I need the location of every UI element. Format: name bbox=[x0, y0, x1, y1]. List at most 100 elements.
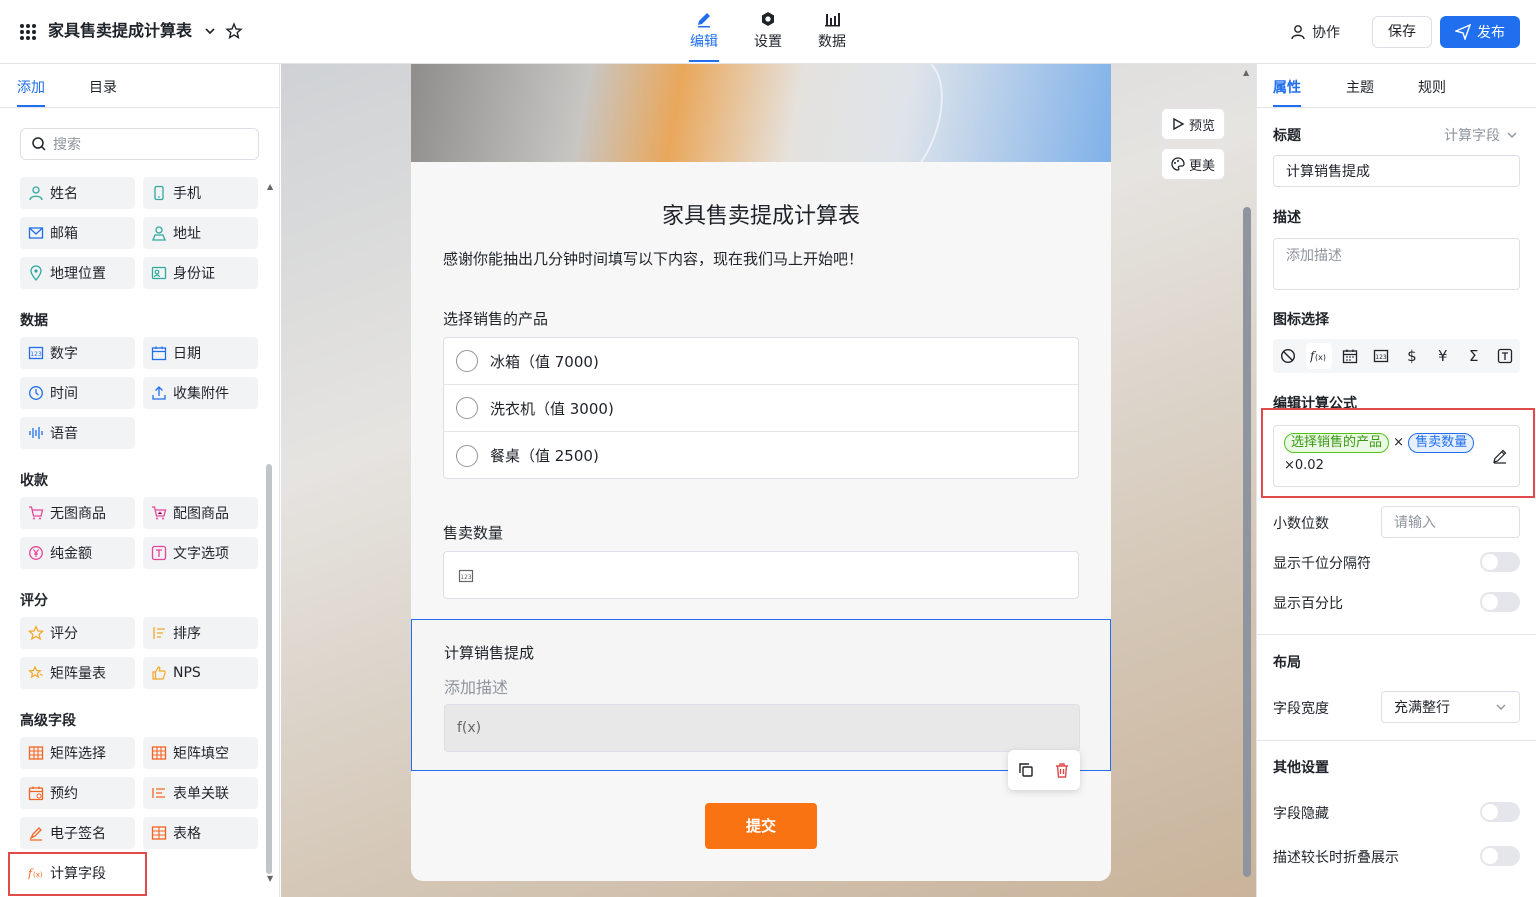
number-icon: 123 bbox=[28, 346, 44, 360]
canvas-scrollbar[interactable] bbox=[1243, 207, 1251, 877]
tab-catalog[interactable]: 目录 bbox=[89, 77, 117, 97]
hidden-toggle[interactable] bbox=[1480, 802, 1520, 822]
collapse-toggle[interactable] bbox=[1480, 846, 1520, 866]
publish-button[interactable]: 发布 bbox=[1440, 16, 1520, 48]
field-item-label: 数字 bbox=[50, 346, 78, 362]
radio-button[interactable] bbox=[456, 397, 478, 419]
tab-settings[interactable]: 设置 bbox=[746, 10, 790, 51]
preview-button[interactable]: 预览 bbox=[1161, 108, 1225, 140]
question-label[interactable]: 计算销售提成 bbox=[444, 642, 534, 663]
layout-label: 布局 bbox=[1273, 655, 1301, 671]
form-canvas: 家具售卖提成计算表 感谢你能抽出几分钟时间填写以下内容，现在我们马上开始吧！ 选… bbox=[281, 64, 1256, 897]
field-item-form-link[interactable]: 表单关联 bbox=[143, 777, 258, 809]
form-title[interactable]: 家具售卖提成计算表 bbox=[411, 198, 1111, 230]
ban-icon[interactable] bbox=[1275, 343, 1301, 369]
width-select[interactable]: 充满整行 bbox=[1381, 691, 1520, 723]
block-toolbar bbox=[1008, 750, 1080, 790]
beautify-button[interactable]: 更美 bbox=[1161, 148, 1225, 180]
selected-field-block[interactable]: 计算销售提成 添加描述 f(x) bbox=[411, 619, 1111, 771]
field-item-phone[interactable]: 手机 bbox=[143, 177, 258, 209]
text-icon[interactable] bbox=[1492, 343, 1518, 369]
percent-toggle[interactable] bbox=[1480, 592, 1520, 612]
copy-icon[interactable] bbox=[1017, 761, 1035, 779]
field-item-signature[interactable]: 电子签名 bbox=[20, 817, 135, 849]
title-value: 计算销售提成 bbox=[1286, 164, 1370, 180]
app-grid-icon[interactable] bbox=[20, 24, 36, 40]
calendar-icon bbox=[151, 346, 167, 361]
yen-icon[interactable]: ¥ bbox=[1430, 343, 1456, 369]
field-item-matrix-scale[interactable]: 矩阵量表 bbox=[20, 657, 135, 689]
field-item-matrix-select[interactable]: 矩阵选择 bbox=[20, 737, 135, 769]
tab-rules[interactable]: 规则 bbox=[1418, 77, 1446, 97]
radio-option[interactable]: 洗衣机（值 3000) bbox=[444, 385, 1078, 432]
chevron-down-icon[interactable] bbox=[203, 22, 217, 40]
field-item-label: 时间 bbox=[50, 386, 78, 402]
star-icon[interactable] bbox=[225, 22, 243, 40]
question-label[interactable]: 售卖数量 bbox=[443, 522, 503, 543]
field-item-sort[interactable]: 排序 bbox=[143, 617, 258, 649]
hidden-label: 字段隐藏 bbox=[1273, 806, 1329, 822]
calendar-icon[interactable] bbox=[1337, 343, 1363, 369]
field-item-matrix-fill[interactable]: 矩阵填空 bbox=[143, 737, 258, 769]
field-item-number[interactable]: 123 数字 bbox=[20, 337, 135, 369]
add-description[interactable]: 添加描述 bbox=[444, 674, 508, 698]
field-item-nps[interactable]: NPS bbox=[143, 657, 258, 689]
field-item-attachment[interactable]: 收集附件 bbox=[143, 377, 258, 409]
field-item-name[interactable]: 姓名 bbox=[20, 177, 135, 209]
field-type-select[interactable]: 计算字段 bbox=[1444, 125, 1518, 145]
thousand-sep-label: 显示千位分隔符 bbox=[1273, 556, 1371, 572]
title-input[interactable]: 计算销售提成 bbox=[1273, 155, 1520, 187]
width-value: 充满整行 bbox=[1394, 700, 1450, 716]
left-scrollbar[interactable] bbox=[266, 464, 272, 874]
dollar-icon[interactable]: $ bbox=[1399, 343, 1425, 369]
tab-theme[interactable]: 主题 bbox=[1346, 77, 1374, 97]
field-item-location[interactable]: 地理位置 bbox=[20, 257, 135, 289]
pencil-icon bbox=[698, 13, 710, 28]
field-item-voice[interactable]: 语音 bbox=[20, 417, 135, 449]
radio-button[interactable] bbox=[456, 350, 478, 372]
field-item-time[interactable]: 时间 bbox=[20, 377, 135, 409]
submit-button[interactable]: 提交 bbox=[705, 803, 817, 849]
field-item-rating[interactable]: 评分 bbox=[20, 617, 135, 649]
tab-add[interactable]: 添加 bbox=[17, 77, 45, 107]
field-item-email[interactable]: 邮箱 bbox=[20, 217, 135, 249]
group-title-rating: 评分 bbox=[20, 593, 48, 609]
field-item-amount[interactable]: 纯金额 bbox=[20, 537, 135, 569]
canvas-scroll-up-arrow[interactable]: ▲ bbox=[1243, 68, 1249, 77]
tab-edit[interactable]: 编辑 bbox=[682, 10, 726, 62]
sigma-icon[interactable]: Σ bbox=[1461, 343, 1487, 369]
field-item-label: 语音 bbox=[50, 426, 78, 442]
field-item-product-img[interactable]: 配图商品 bbox=[143, 497, 258, 529]
decimal-input[interactable]: 请输入 bbox=[1381, 506, 1520, 538]
description-textarea[interactable]: 添加描述 bbox=[1273, 238, 1520, 290]
field-item-booking[interactable]: 预约 bbox=[20, 777, 135, 809]
scroll-up-arrow[interactable]: ▲ bbox=[267, 182, 273, 191]
field-item-idcard[interactable]: 身份证 bbox=[143, 257, 258, 289]
list-link-icon bbox=[152, 788, 165, 798]
radio-option[interactable]: 冰箱（值 7000) bbox=[444, 338, 1078, 385]
radio-option[interactable]: 餐桌（值 2500) bbox=[444, 432, 1078, 479]
save-button[interactable]: 保存 bbox=[1372, 16, 1432, 48]
collab-button[interactable]: 协作 bbox=[1290, 22, 1340, 42]
search-input[interactable]: 搜索 bbox=[20, 128, 259, 160]
field-item-label: 排序 bbox=[173, 626, 201, 642]
clock-icon bbox=[29, 386, 43, 400]
number-icon[interactable]: 123 bbox=[1368, 343, 1394, 369]
scroll-down-arrow[interactable]: ▼ bbox=[267, 874, 273, 883]
form-description[interactable]: 感谢你能抽出几分钟时间填写以下内容，现在我们马上开始吧！ bbox=[443, 248, 863, 269]
question-label[interactable]: 选择销售的产品 bbox=[443, 308, 548, 329]
radio-button[interactable] bbox=[456, 444, 478, 467]
field-item-table[interactable]: 表格 bbox=[143, 817, 258, 849]
field-item-text-option[interactable]: 文字选项 bbox=[143, 537, 258, 569]
tab-properties[interactable]: 属性 bbox=[1273, 77, 1301, 107]
play-icon bbox=[1173, 117, 1185, 131]
thousand-sep-toggle[interactable] bbox=[1480, 552, 1520, 572]
field-item-date[interactable]: 日期 bbox=[143, 337, 258, 369]
tab-data[interactable]: 数据 bbox=[810, 10, 854, 51]
trash-icon[interactable] bbox=[1053, 761, 1071, 779]
field-item-product-noimg[interactable]: 无图商品 bbox=[20, 497, 135, 529]
field-item-address[interactable]: 地址 bbox=[143, 217, 258, 249]
quantity-input[interactable]: 123 bbox=[443, 551, 1079, 599]
fx-icon[interactable]: f (x) bbox=[1306, 343, 1333, 369]
field-library-panel: 添加 目录 搜索 姓名 手机 邮箱 地址 地理位置 身份证 数据 123 数字 日… bbox=[0, 64, 280, 897]
